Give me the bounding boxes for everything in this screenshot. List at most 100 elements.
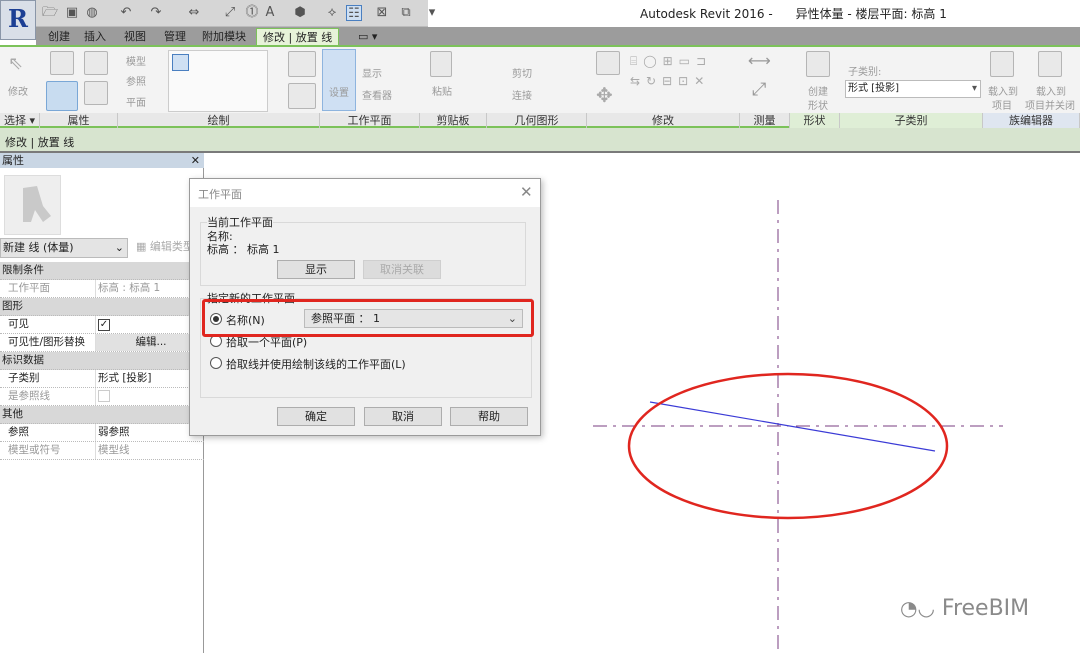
edit-button[interactable]: 编辑... (95, 334, 204, 351)
tab-minimize-ribbon[interactable]: ▭ ▾ (352, 28, 383, 45)
pick-lines-icon[interactable] (288, 51, 316, 77)
ribbon-panel-labels: 选择 ▾ 属性 绘制 工作平面 剪贴板 几何图形 修改 测量 形状 子类别 族编… (0, 113, 1080, 128)
modify-tools-icon[interactable]: ⌸◯⊞▭⊐ ⇆↻⊟⊡✕ (630, 51, 738, 109)
property-key: 可见性/图形替换 (8, 336, 86, 348)
panel-workplane: 工作平面 (320, 113, 420, 128)
ok-button[interactable]: 确定 (277, 407, 355, 426)
dimension-icon[interactable]: ⤢ (222, 5, 238, 21)
panel-family-editor: 族编辑器 (983, 113, 1080, 128)
cancel-button[interactable]: 取消 (364, 407, 442, 426)
pick-faces-icon[interactable] (288, 83, 316, 109)
tab-manage[interactable]: 管理 (158, 28, 192, 45)
draw-model-button[interactable]: 模型 (126, 53, 146, 68)
chevron-down-icon: ⌄ (114, 241, 124, 254)
property-row: 是参照线 (0, 388, 204, 406)
tab-view[interactable]: 视图 (118, 28, 152, 45)
property-group: 标识数据 (0, 352, 204, 370)
checkbox (98, 390, 110, 402)
text-icon[interactable]: A (262, 5, 278, 21)
subcategory-value: 形式 [投影] (848, 83, 899, 94)
properties-header: 属性 ✕ (0, 153, 204, 168)
panel-select[interactable]: 选择 ▾ (0, 113, 40, 128)
tab-addins[interactable]: 附加模块 (196, 28, 252, 45)
radio-pick-line[interactable] (210, 357, 222, 369)
app-menu-button[interactable]: R (0, 0, 36, 40)
watermark-text: FreeBIM (941, 596, 1030, 621)
wechat-icon: ◔◡ (900, 596, 935, 620)
panel-form: 形状 (790, 113, 840, 128)
property-value (95, 388, 204, 405)
redo-icon[interactable]: ↷ (148, 5, 164, 21)
current-workplane-value: 标高 ： 标高 1 (207, 243, 280, 256)
align-icon[interactable] (596, 51, 620, 75)
tag-icon[interactable]: ⓵ (244, 5, 260, 21)
join-geometry-button[interactable]: 连接 (512, 87, 532, 102)
load-into-project-icon[interactable] (990, 51, 1014, 77)
show-workplane-button[interactable]: 显示 (362, 65, 382, 80)
subcategory-select[interactable]: 形式 [投影] ▾ (845, 80, 981, 98)
show-button[interactable]: 显示 (277, 260, 355, 279)
pointer-icon: ⇖ (8, 53, 24, 74)
undo-icon[interactable]: ↶ (118, 5, 134, 21)
context-label: 修改 | 放置 线 (5, 136, 75, 149)
customize-icon[interactable]: ▾ (424, 5, 440, 21)
family-category-icon[interactable] (84, 81, 108, 105)
type-selector[interactable]: 新建 线 (体量) ⌄ (0, 238, 128, 258)
type-preview-image (4, 175, 61, 235)
radio-pick-line-label[interactable]: 拾取线并使用绘制该线的工作平面(L) (226, 356, 406, 372)
panel-properties: 属性 (40, 113, 118, 128)
property-row: 可见 ✓ (0, 316, 204, 334)
paste-button[interactable]: 粘贴 (432, 83, 452, 98)
draw-reference-button[interactable]: 参照 (126, 73, 146, 88)
property-value[interactable]: 弱参照 (95, 424, 204, 441)
create-form-icon[interactable] (806, 51, 830, 77)
help-button[interactable]: 帮助 (450, 407, 528, 426)
type-properties-icon[interactable] (84, 51, 108, 75)
property-key: 模型或符号 (8, 444, 61, 456)
load-into-project-button[interactable]: 载入到 (988, 83, 1018, 98)
save-icon[interactable]: ▣ (64, 5, 80, 21)
property-row: 可见性/图形替换 编辑... (0, 334, 204, 352)
highlight-ellipse (627, 372, 949, 520)
close-hidden-icon[interactable]: ⊠ (374, 5, 390, 21)
panel-measure: 测量 (740, 113, 790, 128)
line-tool-icon[interactable] (172, 54, 189, 71)
family-types-icon[interactable] (46, 81, 78, 111)
set-workplane-button[interactable]: 设置 (322, 49, 356, 111)
edit-type-label: 编辑类型 (149, 240, 194, 253)
load-and-close-icon[interactable] (1038, 51, 1062, 77)
dissociate-button[interactable]: 取消关联 (363, 260, 441, 279)
measure-icon[interactable]: ⤢ (752, 79, 766, 100)
draw-plane-button[interactable]: 平面 (126, 94, 146, 109)
property-value[interactable]: ✓ (95, 316, 204, 333)
create-form-button[interactable]: 创建 (808, 83, 828, 98)
property-value[interactable]: 形式 [投影] (95, 370, 204, 387)
panel-modify: 修改 (587, 113, 740, 128)
checkbox[interactable]: ✓ (98, 319, 110, 331)
measure-icon[interactable]: ⇔ (186, 5, 202, 21)
property-key: 参照 (8, 426, 29, 438)
thin-lines-icon[interactable]: ☷ (346, 5, 362, 21)
open-icon[interactable]: 🗁 (42, 5, 58, 21)
chevron-down-icon: ▾ (971, 83, 977, 94)
properties-icon[interactable] (50, 51, 74, 75)
3d-view-icon[interactable]: ⬢ (292, 5, 308, 21)
cut-geometry-button[interactable]: 剪切 (512, 65, 532, 80)
switch-windows-icon[interactable]: ⧉ (398, 5, 414, 21)
panel-geometry: 几何图形 (487, 113, 587, 128)
tab-create[interactable]: 创建 (42, 28, 76, 45)
move-icon[interactable]: ✥ (596, 83, 613, 107)
paste-icon[interactable] (430, 51, 452, 77)
sync-icon[interactable]: ◍ (84, 5, 100, 21)
draw-gallery[interactable] (168, 50, 268, 112)
close-icon[interactable]: ✕ (191, 153, 200, 168)
close-icon[interactable]: ✕ (520, 183, 533, 201)
highlight-rectangle (202, 299, 534, 337)
workplane-viewer-button[interactable]: 查看器 (362, 87, 392, 102)
modify-button[interactable]: 修改 (8, 83, 28, 98)
section-icon[interactable]: ⟡ (324, 5, 340, 21)
tab-modify-place-line[interactable]: 修改 | 放置 线 (256, 28, 340, 45)
aligned-dimension-icon[interactable]: ⟷ (748, 51, 771, 70)
load-and-close-button[interactable]: 载入到 (1036, 83, 1066, 98)
tab-insert[interactable]: 插入 (78, 28, 112, 45)
